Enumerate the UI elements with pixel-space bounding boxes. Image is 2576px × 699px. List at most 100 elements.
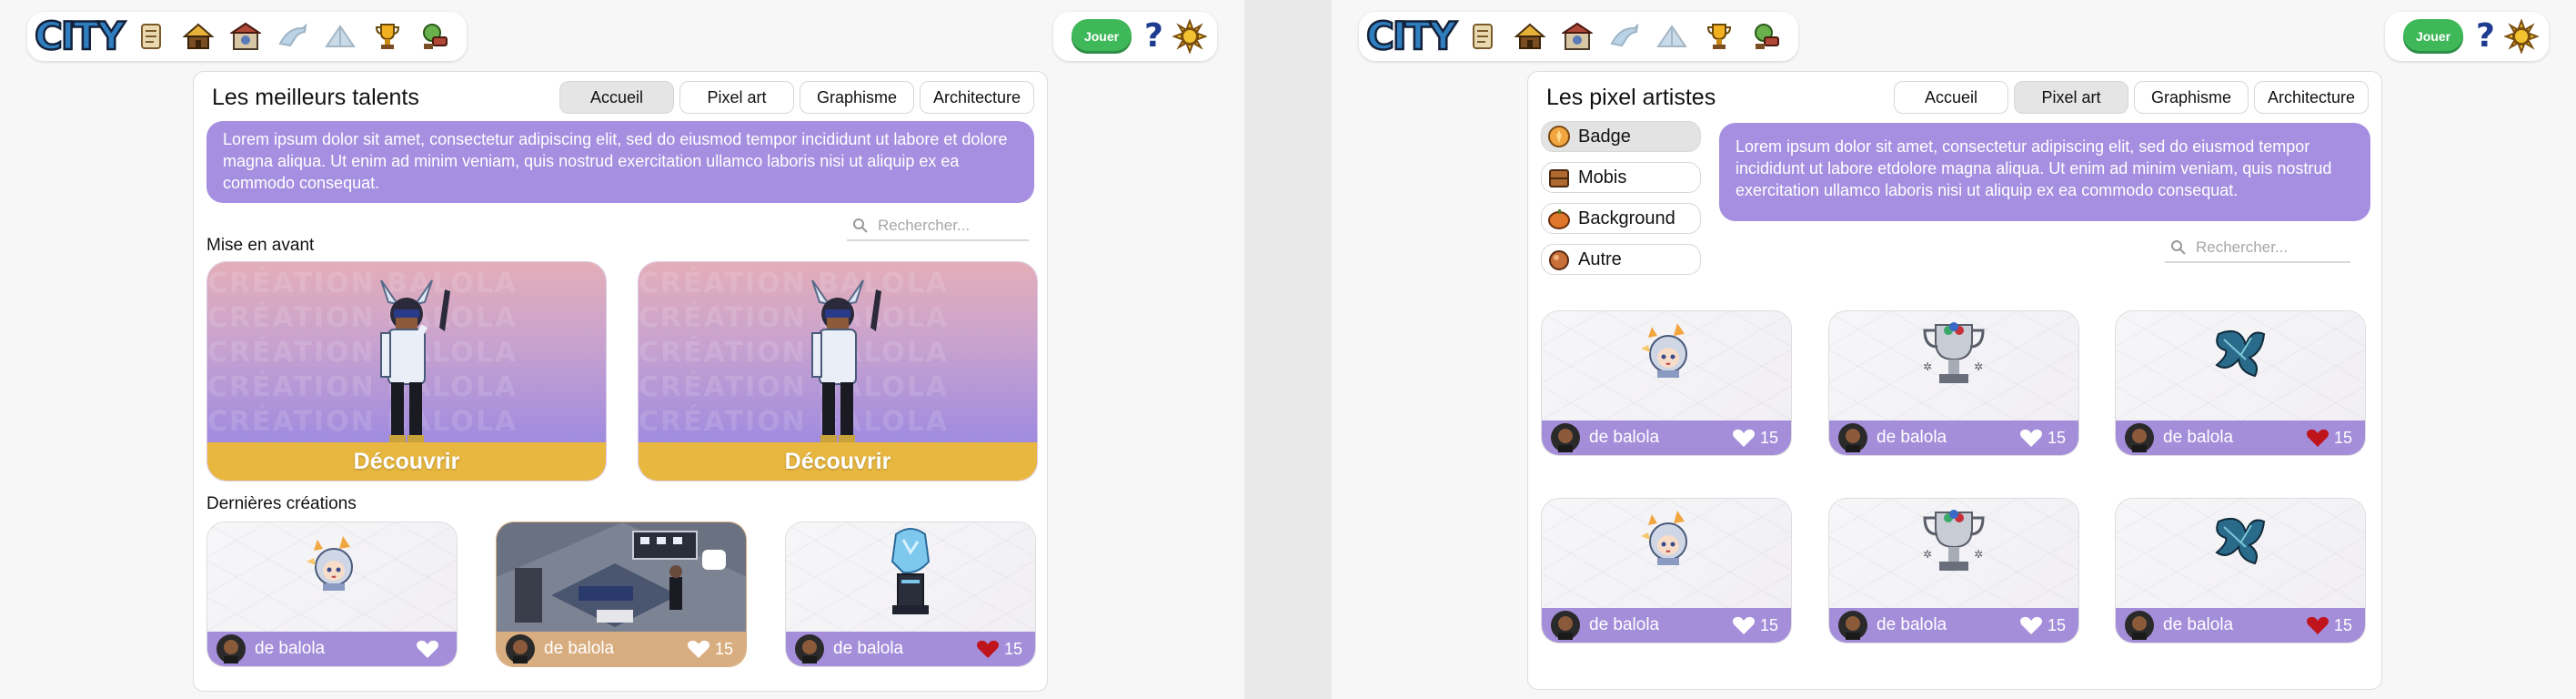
card-author[interactable]: de balola xyxy=(833,639,976,659)
trophy-art: ✲ ✲ xyxy=(1923,510,1985,571)
filter-autre[interactable]: Autre xyxy=(1541,244,1701,275)
scroll-icon[interactable] xyxy=(1468,21,1499,52)
tab-graphisme[interactable]: Graphisme xyxy=(800,81,914,114)
featured-section-title: Mise en avant xyxy=(206,236,315,255)
search-input[interactable] xyxy=(2196,238,2332,257)
card-footer: de balola xyxy=(207,632,457,666)
pixel-artists-panel: Les pixel artistes Accueil Pixel art Gra… xyxy=(1527,71,2382,690)
help-icon[interactable]: ? xyxy=(1144,20,1163,53)
pixel-art-screen: CITY Jouer ? Les pixel artistes Accueil … xyxy=(1332,0,2576,699)
pyramid-icon[interactable] xyxy=(1656,21,1688,52)
tab-architecture[interactable]: Architecture xyxy=(2254,81,2369,114)
card-author[interactable]: de balola xyxy=(2163,428,2306,448)
dolphin-icon[interactable] xyxy=(277,21,308,52)
heart-icon xyxy=(976,640,999,658)
like-count: 15 xyxy=(1003,639,1022,658)
heart-icon xyxy=(687,640,709,658)
creation-card[interactable]: de balola 15 xyxy=(785,522,1036,667)
filter-badge[interactable]: Badge xyxy=(1541,121,1701,152)
pixel-art-card[interactable]: de balola 15 xyxy=(2115,310,2366,456)
city-logo[interactable]: CITY xyxy=(1365,15,1458,56)
like-button[interactable]: 15 xyxy=(2306,428,2352,448)
house-icon[interactable] xyxy=(183,21,215,52)
like-button[interactable]: 15 xyxy=(2306,615,2352,635)
search-box xyxy=(2165,234,2350,263)
orb-icon xyxy=(1549,250,1569,270)
filter-background[interactable]: Background xyxy=(1541,203,1701,234)
filter-label: Badge xyxy=(1578,126,1631,147)
search-box xyxy=(847,212,1029,241)
play-button[interactable]: Jouer xyxy=(2403,19,2463,54)
svg-text:✲: ✲ xyxy=(1923,360,1932,373)
like-button[interactable]: 15 xyxy=(687,639,733,659)
discover-button[interactable]: Découvrir xyxy=(207,442,606,481)
tab-pixel-art[interactable]: Pixel art xyxy=(679,81,794,114)
intro-text: Lorem ipsum dolor sit amet, consectetur … xyxy=(206,121,1034,203)
winged-avatar-figure xyxy=(811,279,881,442)
like-button[interactable]: 15 xyxy=(1732,428,1778,448)
like-button[interactable]: 15 xyxy=(976,639,1022,659)
tab-graphisme[interactable]: Graphisme xyxy=(2134,81,2249,114)
featured-card[interactable]: CRÉATION BALOLA CRÉATION BALOLA CRÉATION… xyxy=(638,261,1038,481)
like-button[interactable] xyxy=(416,639,444,659)
pixel-art-card[interactable]: ✲ ✲ de balola 15 xyxy=(1828,310,2079,456)
tab-pixel-art[interactable]: Pixel art xyxy=(2014,81,2128,114)
creation-card[interactable]: de balola 15 xyxy=(496,522,747,667)
tab-architecture[interactable]: Architecture xyxy=(920,81,1034,114)
tools-icon[interactable] xyxy=(1751,21,1782,52)
like-button[interactable]: 15 xyxy=(2019,428,2066,448)
pixel-art-card[interactable]: de balola 15 xyxy=(2115,498,2366,643)
card-author[interactable]: de balola xyxy=(1877,615,2019,635)
trophy-icon[interactable] xyxy=(372,21,403,52)
tab-accueil[interactable]: Accueil xyxy=(1894,81,2008,114)
pixel-art-card[interactable]: de balola 15 xyxy=(1541,498,1792,643)
pyramid-icon[interactable] xyxy=(325,21,357,52)
shop-icon[interactable] xyxy=(1562,21,1594,52)
leaf-art xyxy=(2215,330,2266,378)
card-footer: de balola 15 xyxy=(1829,420,2078,455)
tab-accueil[interactable]: Accueil xyxy=(559,81,674,114)
card-author[interactable]: de balola xyxy=(1589,428,1732,448)
discover-button[interactable]: Découvrir xyxy=(639,442,1037,481)
featured-card[interactable]: CRÉATION BALOLA CRÉATION BALOLA CRÉATION… xyxy=(206,261,607,481)
filter-label: Background xyxy=(1578,208,1675,228)
heart-icon xyxy=(2019,429,2042,447)
search-input[interactable] xyxy=(878,217,1014,235)
card-author[interactable]: de balola xyxy=(2163,615,2306,635)
dolphin-icon[interactable] xyxy=(1609,21,1640,52)
card-footer: de balola 15 xyxy=(1542,420,1791,455)
winged-avatar-figure xyxy=(380,279,450,442)
card-author[interactable]: de balola xyxy=(1589,615,1732,635)
like-count: 15 xyxy=(1759,428,1778,447)
city-logo[interactable]: CITY xyxy=(34,15,126,56)
section-tabs: Accueil Pixel art Graphisme Architecture xyxy=(559,81,1034,114)
card-author[interactable]: de balola xyxy=(1877,428,2019,448)
card-author[interactable]: de balola xyxy=(544,639,687,659)
scroll-icon[interactable] xyxy=(136,21,167,52)
like-button[interactable]: 15 xyxy=(2019,615,2066,635)
help-icon[interactable]: ? xyxy=(2476,20,2495,53)
user-bar: Jouer ? xyxy=(1053,12,1217,61)
card-footer: de balola 15 xyxy=(1829,608,2078,643)
play-button[interactable]: Jouer xyxy=(1072,19,1132,54)
creation-card[interactable]: de balola xyxy=(206,522,458,667)
card-author[interactable]: de balola xyxy=(255,639,416,659)
tools-icon[interactable] xyxy=(419,21,450,52)
filter-mobis[interactable]: Mobis xyxy=(1541,162,1701,193)
heart-icon xyxy=(2306,429,2329,447)
pixel-art-card[interactable]: de balola 15 xyxy=(1541,310,1792,456)
trophy-art: ✲ ✲ xyxy=(1923,322,1985,383)
intro-text: Lorem ipsum dolor sit amet, consectetur … xyxy=(1719,123,2370,221)
sun-settings-icon[interactable] xyxy=(1172,18,1208,55)
sun-settings-icon[interactable] xyxy=(2503,18,2540,55)
leaf-art xyxy=(2215,518,2266,565)
author-avatar xyxy=(1838,423,1867,452)
top-nav: CITY xyxy=(27,12,467,61)
house-icon[interactable] xyxy=(1514,21,1546,52)
trophy-icon[interactable] xyxy=(1704,21,1735,52)
like-button[interactable]: 15 xyxy=(1732,615,1778,635)
card-footer: de balola 15 xyxy=(2116,420,2365,455)
pixel-art-card[interactable]: ✲ ✲ de balola 15 xyxy=(1828,498,2079,643)
heart-icon xyxy=(1732,616,1755,634)
shop-icon[interactable] xyxy=(230,21,262,52)
